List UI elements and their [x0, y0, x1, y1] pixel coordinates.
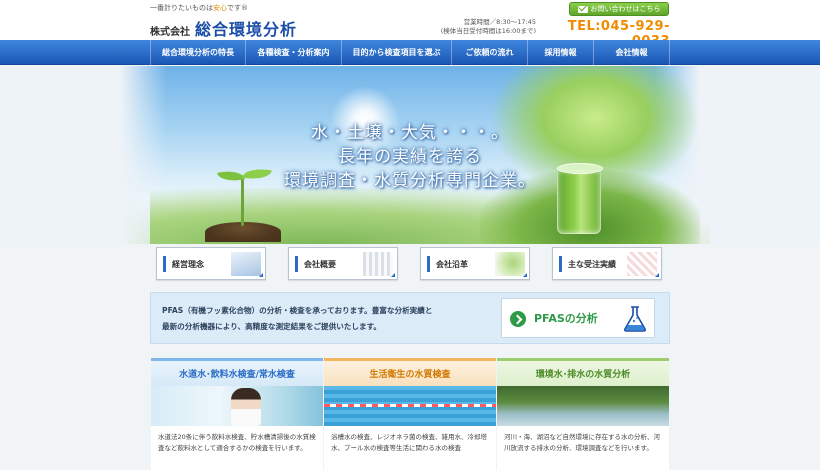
pool-photo	[324, 386, 496, 426]
quick-links: 経営理念 会社概要 会社沿革 主な受注実績	[150, 247, 670, 283]
service-card-text: 河川・海、湖沼など自然環境に存在する水の分析、河川放流する排水の分析、環境調査な…	[504, 433, 660, 452]
quick-link-label: 主な受注実績	[568, 260, 616, 269]
global-nav: 総合環境分析の特長 各種検査・分析案内 目的から検査項目を選ぶ ご依頼の流れ 採…	[0, 40, 820, 65]
nav-item-recruit[interactable]: 採用情報	[528, 40, 594, 65]
reception-hours-line: (検体当日受付時間は16:00まで)	[440, 27, 536, 35]
mail-icon	[577, 5, 588, 13]
hero-line: 長年の実績を誇る	[338, 147, 482, 167]
river-photo	[497, 386, 669, 426]
tree-thumbnail	[495, 252, 525, 276]
philosophy-thumbnail	[231, 252, 261, 276]
nav-item-select-by-purpose[interactable]: 目的から検査項目を選ぶ	[342, 40, 452, 65]
service-card-title: 水道水･飲料水検査/常水検査	[151, 358, 323, 386]
sprout-icon	[241, 178, 244, 226]
corner-arrow-icon	[391, 273, 395, 277]
site-logo[interactable]: 株式会社 総合環境分析	[150, 16, 297, 40]
pfas-text-line: 最新の分析機器により、高精度な測定結果をご提供いたします。	[162, 322, 381, 331]
pool-lane-rope	[324, 404, 496, 407]
corner-arrow-icon	[655, 273, 659, 277]
company-name: 総合環境分析	[195, 20, 298, 39]
service-card-text: 水道法20条に伴う飲料水検査、貯水槽清掃後の水質検査など飲料水として適合するかの…	[158, 433, 316, 452]
results-thumbnail	[627, 252, 657, 276]
pfas-analysis-button[interactable]: PFASの分析	[501, 298, 655, 338]
business-hours: 営業時間／8:30～17:45 (検体当日受付時間は16:00まで)	[420, 18, 536, 36]
hero-catchcopy: 水・土壌・大気・・・。 長年の実績を誇る 環境調査・水質分析専門企業。	[250, 121, 570, 193]
hours-line: 営業時間／8:30～17:45	[463, 18, 536, 26]
quick-link-philosophy[interactable]: 経営理念	[156, 247, 266, 280]
building-thumbnail	[363, 252, 393, 276]
hero-line: 環境調査・水質分析専門企業。	[284, 171, 536, 191]
drinking-water-photo	[151, 386, 323, 426]
contact-button-label: お問い合わせはこちら	[590, 5, 661, 13]
arrow-right-icon	[510, 311, 526, 327]
corner-arrow-icon	[259, 273, 263, 277]
hero-line: 水・土壌・大気・・・。	[311, 123, 509, 143]
quick-link-results[interactable]: 主な受注実績	[552, 247, 662, 280]
hero-banner: 水・土壌・大気・・・。 長年の実績を誇る 環境調査・水質分析専門企業。	[0, 66, 820, 244]
nav-item-features[interactable]: 総合環境分析の特長	[150, 40, 246, 65]
service-card-title: 環境水･排水の水質分析	[497, 358, 669, 386]
site-header: 一番計りたいものは安心です® 株式会社 総合環境分析 営業時間／8:30～17:…	[0, 0, 820, 49]
service-card-sanitary-water[interactable]: 生活衛生の水質検査 浴槽水の検査、レジオネラ菌の検査、雑用水、冷却塔水、プール水…	[324, 358, 496, 470]
service-card-text: 浴槽水の検査、レジオネラ菌の検査、雑用水、冷却塔水、プール水の検査等生活に関わる…	[331, 433, 487, 452]
tagline-prefix: 一番計りたいものは	[150, 4, 213, 12]
woman-drinking-image	[231, 388, 261, 426]
pfas-text-line: PFAS（有機フッ素化合物）の分析・検査を承っております。豊富な分析実績と	[162, 306, 433, 315]
quick-link-history[interactable]: 会社沿革	[420, 247, 530, 280]
service-card-environmental-water[interactable]: 環境水･排水の水質分析 河川・海、湖沼など自然環境に存在する水の分析、河川放流す…	[497, 358, 669, 470]
nav-item-services[interactable]: 各種検査・分析案内	[246, 40, 342, 65]
tagline-suffix: です	[227, 4, 241, 12]
nav-item-company[interactable]: 会社情報	[594, 40, 670, 65]
corner-arrow-icon	[523, 273, 527, 277]
nav-item-request-flow[interactable]: ご依頼の流れ	[452, 40, 528, 65]
flask-icon	[623, 306, 647, 332]
registered-mark: ®	[241, 4, 248, 12]
pfas-button-label: PFASの分析	[534, 312, 598, 325]
tagline: 一番計りたいものは安心です®	[150, 3, 248, 13]
quick-link-overview[interactable]: 会社概要	[288, 247, 398, 280]
tagline-accent: 安心	[213, 4, 227, 12]
quick-link-label: 経営理念	[172, 260, 204, 269]
pfas-description: PFAS（有機フッ素化合物）の分析・検査を承っております。豊富な分析実績と 最新…	[162, 303, 502, 335]
pfas-notice: PFAS（有機フッ素化合物）の分析・検査を承っております。豊富な分析実績と 最新…	[150, 292, 670, 344]
service-card-title: 生活衛生の水質検査	[324, 358, 496, 386]
quick-link-label: 会社沿革	[436, 260, 468, 269]
quick-link-label: 会社概要	[304, 260, 336, 269]
service-card-drinking-water[interactable]: 水道水･飲料水検査/常水検査 水道法20条に伴う飲料水検査、貯水槽清掃後の水質検…	[151, 358, 323, 470]
company-prefix: 株式会社	[150, 27, 190, 38]
contact-button[interactable]: お問い合わせはこちら	[569, 2, 669, 16]
